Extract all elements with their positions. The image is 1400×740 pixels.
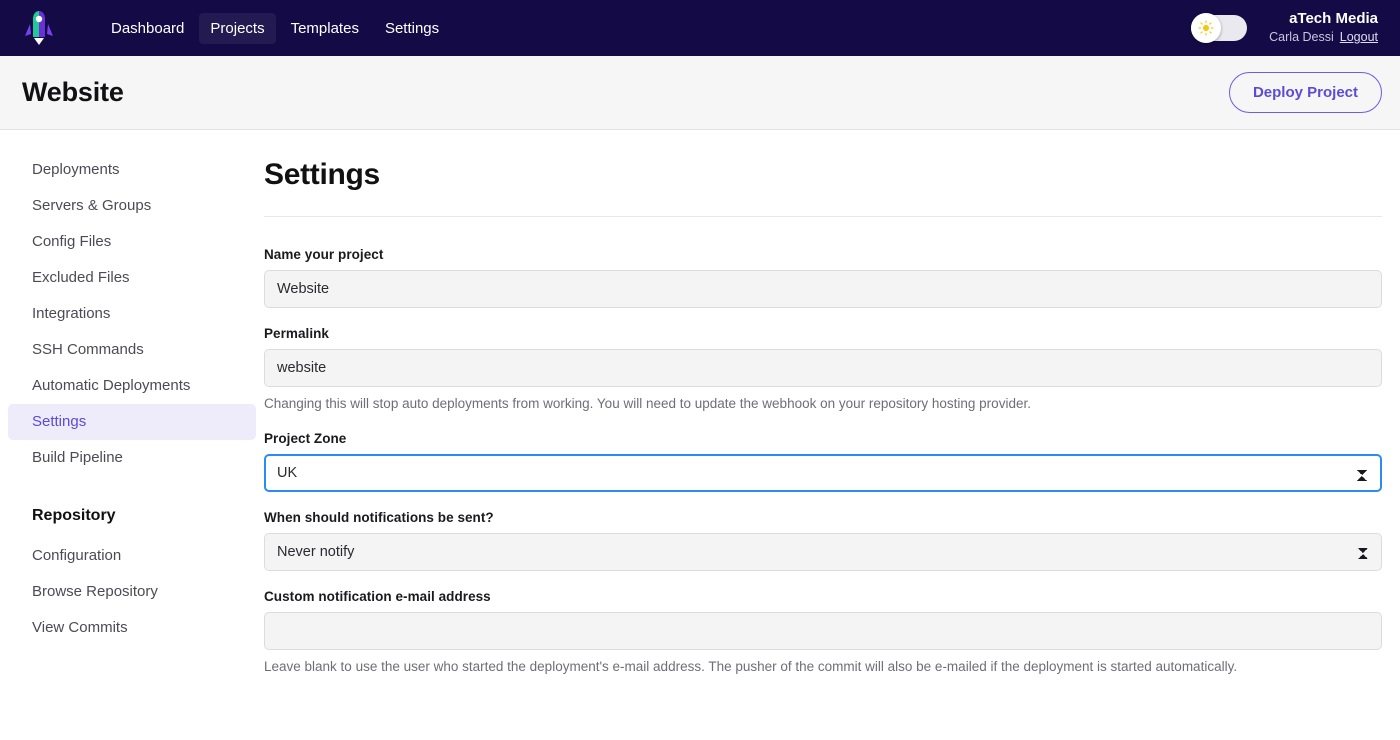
notifications-selected-value: Never notify [277, 544, 355, 561]
sidebar-item-configuration[interactable]: Configuration [8, 538, 256, 574]
rocket-logo-icon [25, 11, 53, 45]
label-permalink: Permalink [264, 326, 329, 341]
sidebar-item-ssh-commands[interactable]: SSH Commands [8, 332, 256, 368]
theme-mode-toggle[interactable] [1191, 13, 1248, 43]
field-permalink: Permalink Changing this will stop auto d… [264, 326, 1382, 413]
label-custom-email: Custom notification e-mail address [264, 589, 491, 605]
sidebar-item-excluded-files[interactable]: Excluded Files [8, 260, 256, 296]
project-zone-selected-value: UK [277, 465, 298, 482]
main-content: Settings Name your project Permalink Cha… [264, 130, 1400, 739]
nav-link-dashboard[interactable]: Dashboard [100, 13, 195, 44]
sidebar-item-automatic-deployments[interactable]: Automatic Deployments [8, 368, 256, 404]
main-nav-links: Dashboard Projects Templates Settings [100, 12, 450, 44]
nav-link-settings[interactable]: Settings [374, 13, 450, 44]
toggle-knob [1191, 13, 1222, 43]
custom-email-input[interactable] [264, 612, 1382, 651]
deploy-project-button[interactable]: Deploy Project [1228, 72, 1382, 113]
sidebar-item-servers-groups[interactable]: Servers & Groups [8, 188, 256, 224]
page-header: Website Deploy Project [0, 56, 1400, 130]
account-user-name: Carla Dessi [1269, 30, 1334, 45]
page-body: Deployments Servers & Groups Config File… [0, 130, 1400, 739]
field-notifications: When should notifications be sent? Never… [264, 510, 1382, 572]
settings-heading: Settings [264, 158, 380, 191]
sidebar-item-settings[interactable]: Settings [8, 404, 256, 440]
label-project-zone: Project Zone [264, 431, 347, 447]
permalink-help-text: Changing this will stop auto deployments… [264, 396, 1031, 411]
field-custom-email: Custom notification e-mail address Leave… [264, 589, 1382, 676]
account-block: aTech Media Carla Dessi Logout [1269, 10, 1382, 45]
label-project-name: Name your project [264, 247, 384, 262]
project-name-input[interactable] [264, 270, 1382, 308]
sidebar-item-integrations[interactable]: Integrations [8, 296, 256, 332]
logout-link[interactable]: Logout [1340, 30, 1378, 44]
permalink-input[interactable] [264, 349, 1382, 387]
sidebar-item-deployments[interactable]: Deployments [8, 152, 256, 188]
sidebar-item-browse-repository[interactable]: Browse Repository [8, 574, 256, 610]
nav-link-projects[interactable]: Projects [199, 12, 276, 44]
sidebar-item-build-pipeline[interactable]: Build Pipeline [8, 440, 256, 476]
account-organisation: aTech Media [1289, 10, 1378, 28]
page-title: Website [22, 77, 124, 107]
rocket-logo[interactable] [22, 8, 56, 48]
account-sub-row: Carla Dessi Logout [1269, 30, 1378, 46]
sun-icon [1198, 20, 1214, 36]
sidebar-item-view-commits[interactable]: View Commits [8, 610, 256, 646]
sidebar: Deployments Servers & Groups Config File… [0, 130, 264, 739]
top-navigation-bar: Dashboard Projects Templates Settings aT… [0, 0, 1400, 56]
nav-right-group: aTech Media Carla Dessi Logout [1191, 10, 1382, 45]
nav-link-templates[interactable]: Templates [280, 13, 370, 44]
sidebar-section-repository: Repository [32, 507, 116, 524]
project-zone-select[interactable]: UK [264, 454, 1382, 493]
field-project-zone: Project Zone UK [264, 431, 1382, 493]
notifications-select[interactable]: Never notify [264, 533, 1382, 572]
label-notifications: When should notifications be sent? [264, 510, 494, 526]
field-project-name: Name your project [264, 247, 1382, 308]
heading-divider [264, 216, 1382, 217]
sidebar-item-config-files[interactable]: Config Files [8, 224, 256, 260]
custom-email-help-text: Leave blank to use the user who started … [264, 659, 1238, 675]
